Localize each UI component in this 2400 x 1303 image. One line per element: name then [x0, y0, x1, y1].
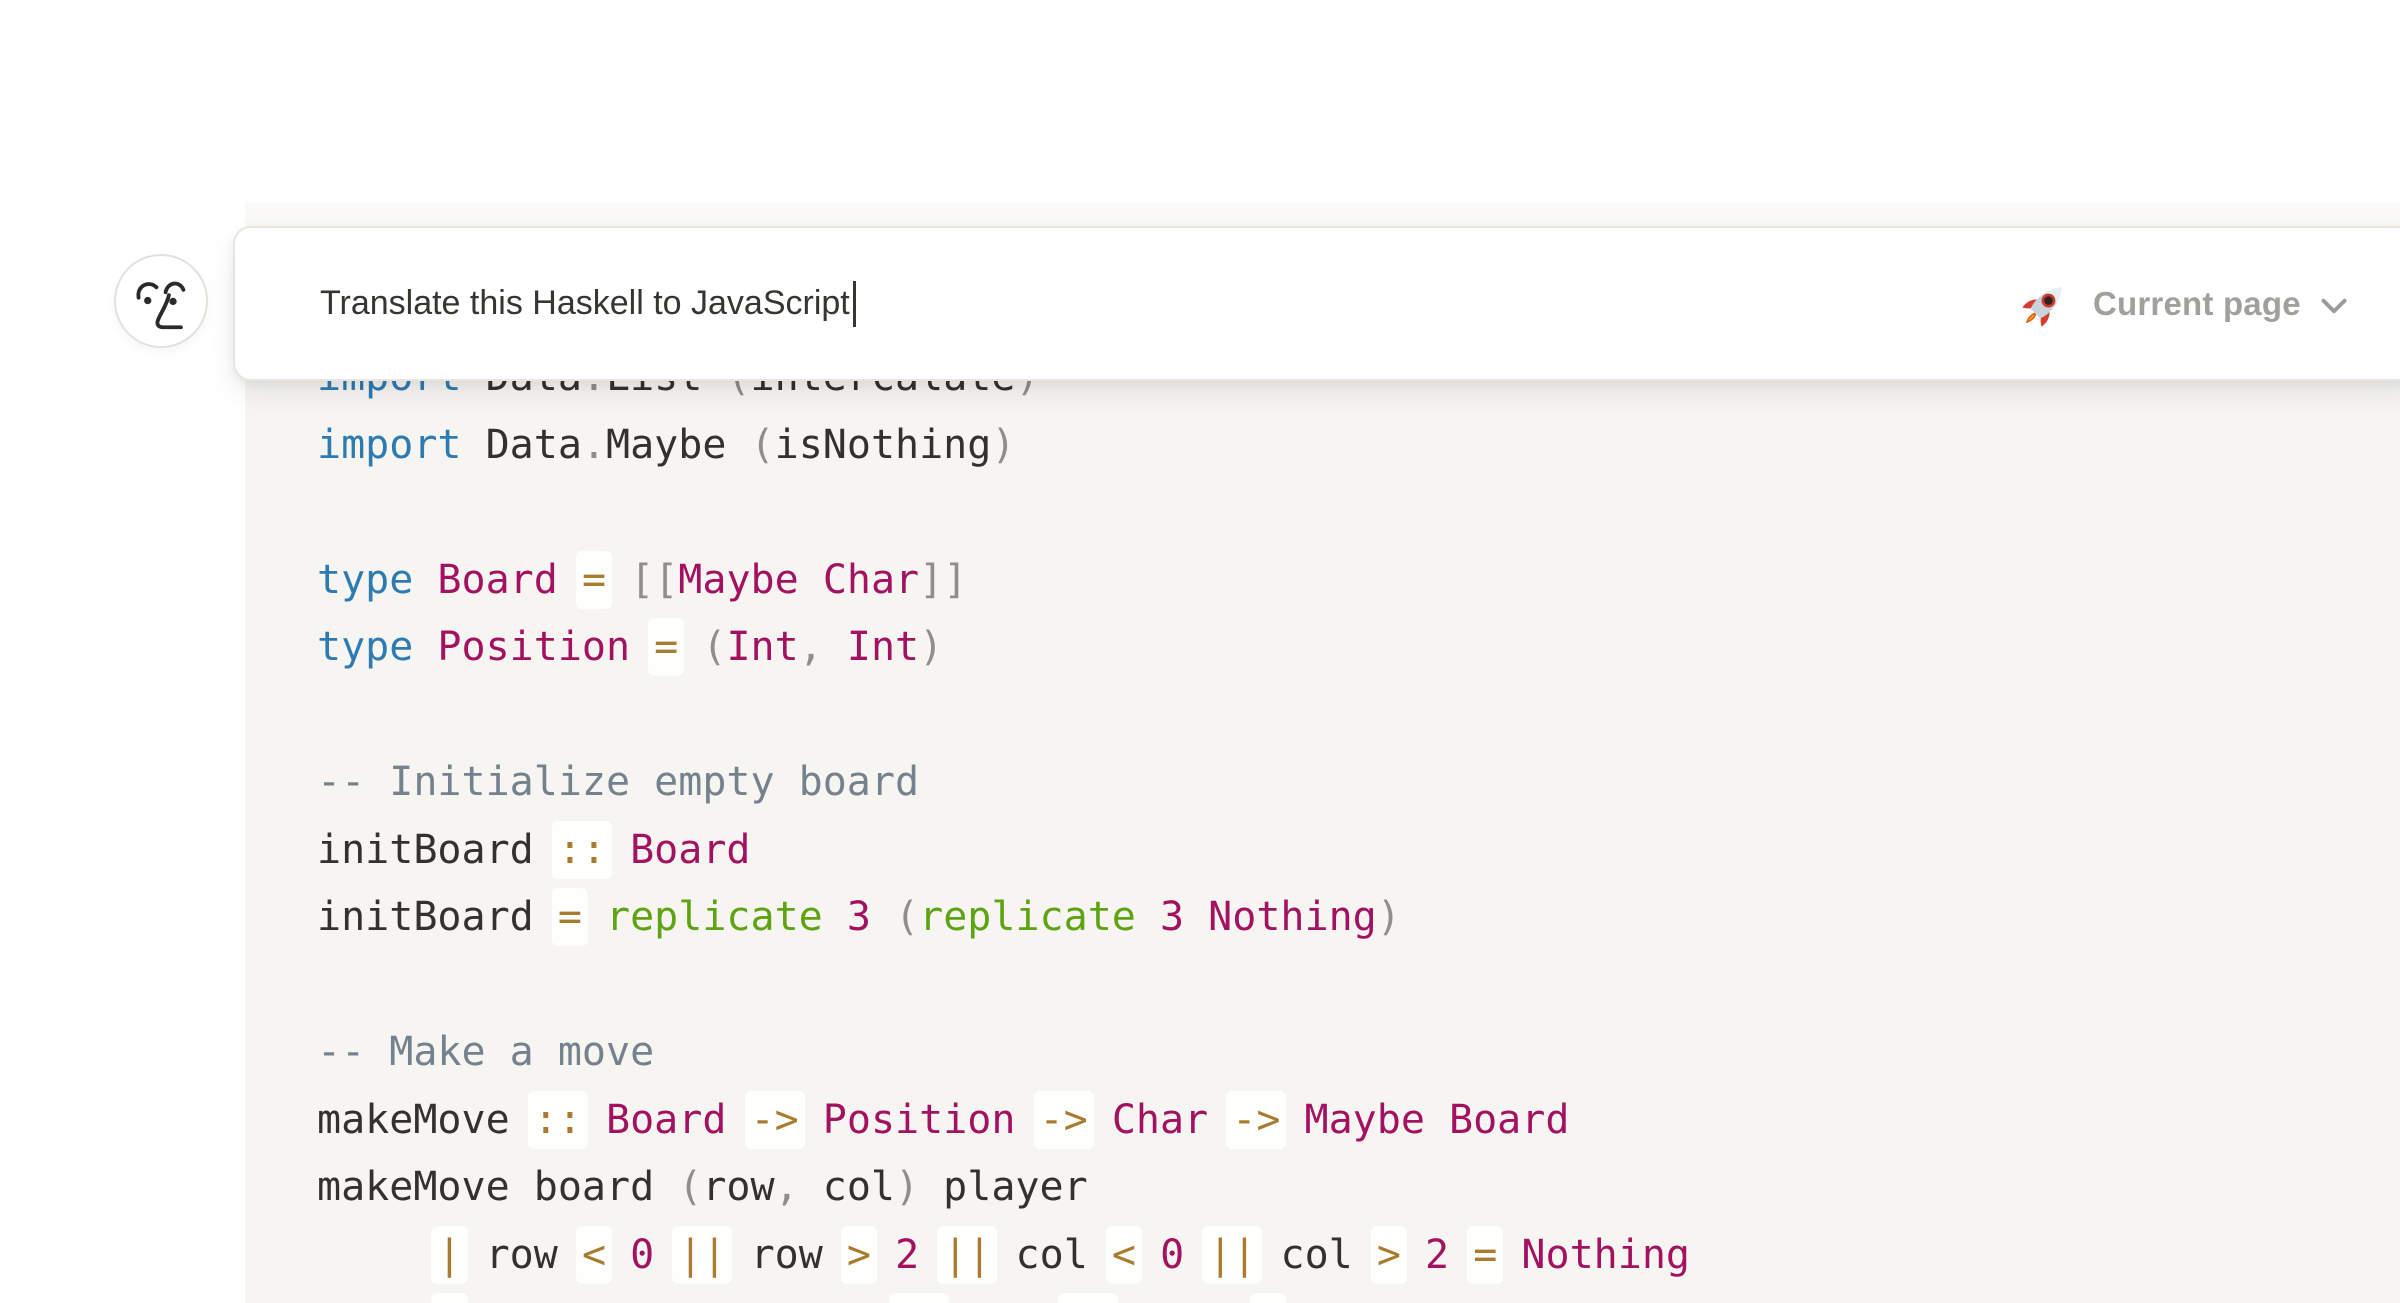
code-line: | isNothing (board !! row !! col) = Just: [317, 1289, 1690, 1303]
code-line: type Position = (Int, Int): [317, 614, 1690, 682]
code-line: [317, 479, 1690, 547]
code-line: [317, 952, 1690, 1020]
prompt-text: Translate this Haskell to JavaScript: [320, 284, 850, 323]
ai-prompt-input[interactable]: Translate this Haskell to JavaScript: [320, 228, 856, 379]
scope-selector[interactable]: Current page: [2019, 228, 2349, 379]
code-line: initBoard = replicate 3 (replicate 3 Not…: [317, 884, 1690, 952]
code-line: type Board = [[Maybe Char]]: [317, 547, 1690, 615]
notion-ai-face-icon: [122, 262, 200, 340]
rocket-icon: [2019, 278, 2071, 330]
code-line: makeMove :: Board -> Position -> Char ->…: [317, 1087, 1690, 1155]
code-line: initBoard :: Board: [317, 817, 1690, 885]
avatar: [114, 254, 208, 348]
scope-label: Current page: [2093, 285, 2301, 323]
ai-input-bar[interactable]: Translate this Haskell to JavaScript Cur…: [233, 226, 2400, 381]
code-line: [317, 682, 1690, 750]
code-line: -- Initialize empty board: [317, 749, 1690, 817]
code-line: -- Make a move: [317, 1019, 1690, 1087]
code-line: | row < 0 || row > 2 || col < 0 || col >…: [317, 1222, 1690, 1290]
chevron-down-icon: [2319, 295, 2349, 317]
code-line: makeMove board (row, col) player: [317, 1154, 1690, 1222]
code-line: import Data.Maybe (isNothing): [317, 412, 1690, 480]
text-cursor: [853, 281, 856, 327]
code-lines: import Data.List (intercalate)import Dat…: [317, 344, 1690, 1303]
